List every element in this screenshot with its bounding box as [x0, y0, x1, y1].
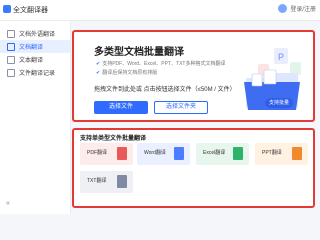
feature-item: ✔ 支持PDF、Word、Excel、PPT、TXT多种格式文档翻译: [96, 60, 226, 68]
sidebar-item-text-translate[interactable]: 文本翻译: [0, 53, 70, 66]
upload-panel[interactable]: 多类型文档批量翻译 ✔ 支持PDF、Word、Excel、PPT、TXT多种格式…: [72, 30, 315, 122]
txt-icon: [117, 175, 127, 188]
card-label: TXT翻译: [87, 178, 107, 184]
card-txt[interactable]: TXT翻译: [80, 171, 133, 193]
sidebar-item-label: 文件翻译记录: [19, 71, 56, 77]
app-logo-icon: [3, 5, 11, 13]
sidebar-item-history[interactable]: 文件翻译记录: [0, 66, 70, 79]
sidebar-item-foreign-doc[interactable]: 文档外语翻译: [0, 27, 70, 40]
select-folder-button[interactable]: 选择文件夹: [154, 101, 208, 114]
card-pdf[interactable]: PDF翻译: [80, 143, 133, 165]
card-ppt[interactable]: PPT翻译: [255, 143, 308, 165]
check-icon: ✔: [96, 60, 101, 67]
pdf-icon: [117, 147, 127, 160]
drop-hint: 拖拽文件到此处或 点击按钮选择文件（≤50M / 文件）: [94, 87, 236, 93]
feature-item: ✔ 翻译后保持文档原有排版: [96, 69, 158, 77]
hero-title: 多类型文档批量翻译: [94, 47, 184, 58]
title-bar: 全文翻译器 登录/注册: [0, 0, 320, 21]
card-label: Word翻译: [144, 150, 166, 156]
card-word[interactable]: Word翻译: [137, 143, 190, 165]
text-icon: [7, 55, 15, 64]
feature-text: 翻译后保持文档原有排版: [102, 70, 158, 76]
select-file-button[interactable]: 选择文件: [94, 101, 148, 114]
card-label: PPT翻译: [262, 150, 282, 156]
feature-text: 支持PDF、Word、Excel、PPT、TXT多种格式文档翻译: [102, 61, 226, 67]
login-link[interactable]: 登录/注册: [290, 4, 316, 13]
excel-icon: [233, 147, 243, 160]
app-title: 全文翻译器: [13, 7, 48, 14]
svg-text:P: P: [278, 52, 284, 62]
card-excel[interactable]: Excel翻译: [196, 143, 249, 165]
type-translate-section: 支持单类型文件批量翻译 PDF翻译 Word翻译 Excel翻译 PPT翻译 T…: [72, 128, 315, 208]
card-label: PDF翻译: [87, 150, 108, 156]
batch-badge: 支持批量: [265, 98, 294, 108]
check-icon: ✔: [96, 69, 101, 76]
sidebar-item-label: 文档外语翻译: [19, 32, 56, 38]
document-icon: [7, 42, 15, 51]
word-icon: [174, 147, 184, 160]
sidebar-item-doc-translate[interactable]: 文档翻译: [0, 40, 70, 53]
double-chevron-left-icon[interactable]: «: [4, 200, 12, 208]
history-icon: [7, 68, 15, 77]
sidebar-item-label: 文本翻译: [19, 58, 44, 64]
user-login[interactable]: 登录/注册: [278, 4, 316, 13]
card-label: Excel翻译: [203, 150, 226, 156]
avatar-icon: [278, 4, 288, 13]
sidebar-item-label: 文档翻译: [19, 45, 44, 51]
sidebar: 文档外语翻译 文档翻译 文本翻译 文件翻译记录 «: [0, 21, 71, 214]
document-icon: [7, 29, 15, 38]
section-title: 支持单类型文件批量翻译: [80, 136, 147, 142]
ppt-icon: [292, 147, 302, 160]
